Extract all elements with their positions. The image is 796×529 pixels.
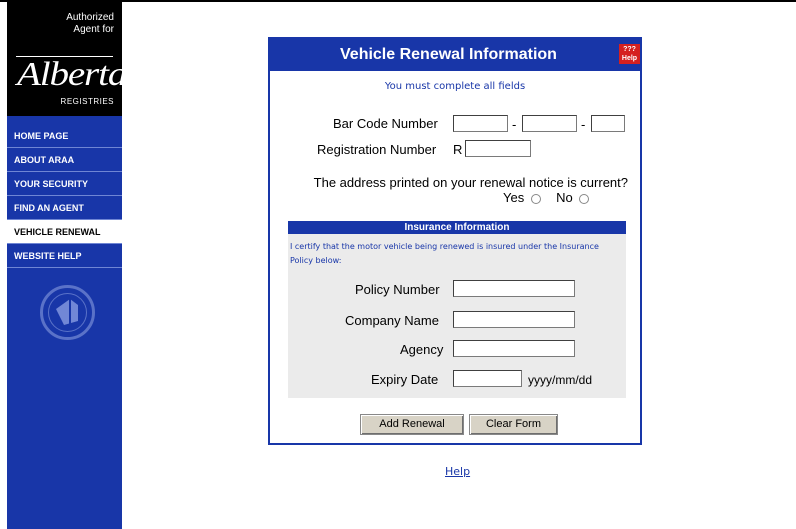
- insurance-heading: Insurance Information: [288, 221, 626, 234]
- alberta-logo-word: Alberta: [17, 56, 127, 93]
- authorized-line: Authorized: [66, 12, 114, 23]
- help-icon-label: Help: [621, 55, 638, 62]
- clear-form-button[interactable]: Clear Form: [469, 414, 558, 435]
- address-current-options: Yes No: [503, 190, 590, 205]
- expiry-date-label: Expiry Date: [371, 372, 439, 387]
- agent-logo[interactable]: Authorized Agent for Alberta REGISTRIES: [7, 2, 127, 116]
- address-question: The address printed on your renewal noti…: [313, 175, 628, 190]
- policy-number-label: Policy Number: [355, 282, 440, 297]
- help-icon[interactable]: ??? Help: [619, 44, 640, 64]
- agent-for-line: Agent for: [73, 24, 114, 35]
- insurance-section: Insurance Information I certify that the…: [288, 221, 626, 398]
- help-icon-question-marks: ???: [623, 46, 636, 53]
- sidebar-item-vehicle-renewal[interactable]: VEHICLE RENEWAL: [7, 220, 122, 244]
- add-renewal-button[interactable]: Add Renewal: [360, 414, 464, 435]
- policy-number-input[interactable]: [453, 280, 575, 297]
- expiry-date-format-hint: yyyy/mm/dd: [528, 373, 593, 387]
- registration-prefix: R: [453, 142, 463, 157]
- sidebar-item-home-page[interactable]: HOME PAGE: [7, 124, 122, 148]
- registries-label: REGISTRIES: [60, 97, 114, 106]
- sidebar-item-find-an-agent[interactable]: FIND AN AGENT: [7, 196, 122, 220]
- sidebar-nav: HOME PAGE ABOUT ARAA YOUR SECURITY FIND …: [7, 124, 122, 268]
- sidebar: Authorized Agent for Alberta REGISTRIES …: [7, 2, 127, 529]
- barcode-part2-input[interactable]: [522, 115, 577, 132]
- company-name-label: Company Name: [345, 313, 439, 328]
- no-label: No: [556, 190, 573, 205]
- yes-radio[interactable]: [530, 193, 541, 204]
- registration-label: Registration Number: [317, 142, 437, 157]
- barcode-separator: -: [581, 117, 586, 132]
- agency-input[interactable]: [453, 340, 575, 357]
- sidebar-item-about-araa[interactable]: ABOUT ARAA: [7, 148, 122, 172]
- required-notice: You must complete all fields: [384, 81, 526, 92]
- help-link[interactable]: Help: [445, 465, 470, 478]
- agency-label: Agency: [400, 342, 444, 357]
- sidebar-item-your-security[interactable]: YOUR SECURITY: [7, 172, 122, 196]
- no-radio[interactable]: [579, 193, 590, 204]
- certify-text: I certify that the motor vehicle being r…: [290, 242, 599, 265]
- registration-number-input[interactable]: [465, 140, 531, 157]
- sidebar-item-website-help[interactable]: WEBSITE HELP: [7, 244, 122, 268]
- form-title: Vehicle Renewal Information: [340, 46, 557, 63]
- vehicle-renewal-form: Vehicle Renewal Information ??? Help You…: [268, 37, 642, 445]
- barcode-label: Bar Code Number: [333, 116, 438, 131]
- company-name-input[interactable]: [453, 311, 575, 328]
- barcode-part3-input[interactable]: [591, 115, 625, 132]
- authorized-agent-text: Authorized Agent for: [66, 12, 114, 36]
- association-seal-icon: [40, 285, 95, 340]
- expiry-date-input[interactable]: [453, 370, 522, 387]
- barcode-separator: -: [512, 117, 517, 132]
- barcode-part1-input[interactable]: [453, 115, 508, 132]
- form-header: Vehicle Renewal Information ??? Help: [270, 39, 640, 71]
- yes-label: Yes: [503, 190, 525, 205]
